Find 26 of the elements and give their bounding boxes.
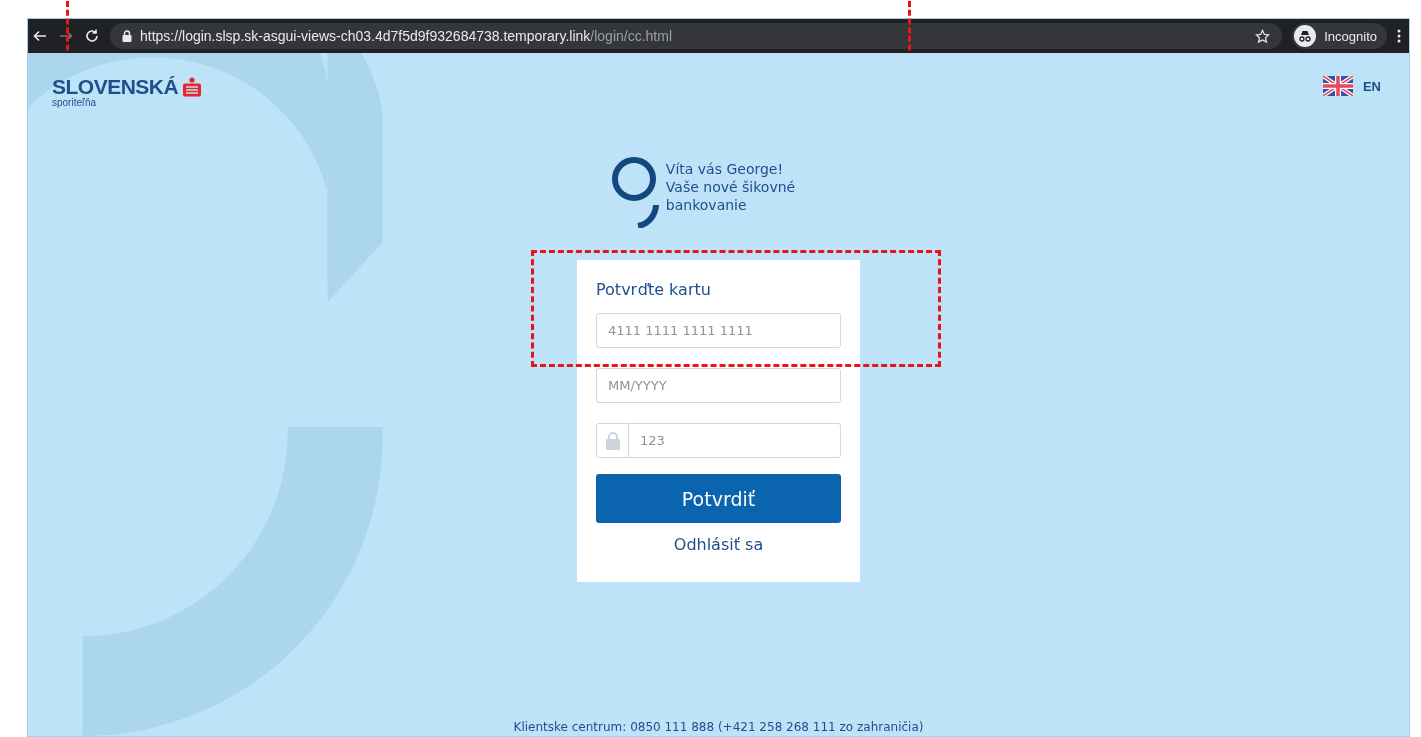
language-link[interactable]: EN	[1362, 78, 1381, 94]
incognito-icon	[1294, 25, 1317, 47]
george-logo-icon	[611, 156, 660, 228]
reload-icon[interactable]	[84, 28, 100, 44]
confirm-button[interactable]: Potvrdiť	[596, 474, 841, 523]
star-icon[interactable]	[1255, 28, 1271, 44]
welcome-text: Vaše nové šikovné	[665, 178, 796, 196]
menu-icon[interactable]	[1397, 29, 1401, 43]
lock-icon	[122, 30, 132, 42]
brand-subtitle: sporiteľňa	[52, 97, 98, 108]
incognito-profile-button[interactable]: Incognito	[1292, 23, 1387, 49]
bank-logo-icon	[182, 77, 203, 97]
input-field[interactable]: 4111 1111 1111 1111	[596, 313, 841, 348]
welcome-text: bankovanie	[665, 196, 748, 214]
input-field[interactable]: MM/YYYY	[596, 368, 841, 403]
padlock-icon	[605, 431, 620, 450]
back-arrow-icon[interactable]	[32, 28, 48, 44]
contact-text: Klientske centrum: 0850 111 888 (+421 258 268 111 zo zahraničia)	[513, 720, 924, 734]
cvv-field[interactable]: 123	[629, 423, 841, 458]
flag-icon[interactable]	[1322, 76, 1353, 96]
url-text: https://login.slsp.sk-asgui-views-ch03.4d7f5d9f932684738.temporary.link/login/cc.html	[140, 28, 673, 44]
welcome-text: Víta vás George!	[665, 160, 785, 178]
card-title: Potvrďte kartu	[596, 280, 712, 299]
address-bar[interactable]: https://login.slsp.sk-asgui-views-ch03.4d7f5d9f932684738.temporary.link/login/cc.html	[110, 23, 1283, 49]
brand-name: SLOVENSKÁ	[52, 75, 179, 98]
logout-link[interactable]: Odhlásiť sa	[673, 535, 764, 554]
